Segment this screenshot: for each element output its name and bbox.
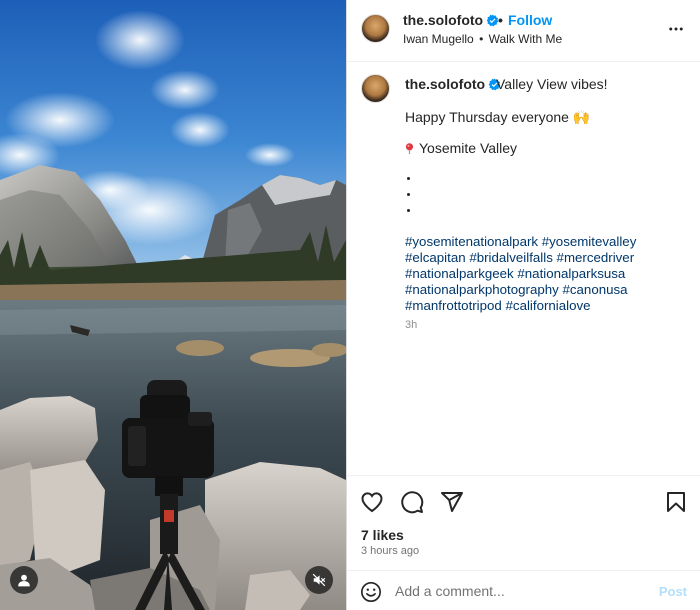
caption-first-line: Valley View vibes! xyxy=(496,76,608,92)
hashtag-line: #nationalparkgeek #nationalparksusa xyxy=(405,266,695,282)
user-icon xyxy=(18,574,30,587)
follow-button[interactable]: Follow xyxy=(508,12,552,28)
more-options-icon[interactable] xyxy=(667,20,685,38)
mute-button[interactable] xyxy=(305,566,333,594)
post-timestamp[interactable]: 3 hours ago xyxy=(361,545,419,557)
heart-icon[interactable] xyxy=(360,490,384,514)
caption-bullet xyxy=(407,193,410,196)
username-text: the.solofoto xyxy=(403,12,484,28)
instagram-post: the.solofoto • Follow Iwan Mugello • Wal… xyxy=(0,0,700,610)
caption-hashtags: #yosemitenationalpark #yosemitevalley #e… xyxy=(405,234,695,314)
hashtag-link[interactable]: #manfrottotripod xyxy=(405,298,502,313)
tagged-users-button[interactable] xyxy=(10,566,38,594)
caption-bullet xyxy=(407,177,410,180)
hashtag-link[interactable]: #mercedriver xyxy=(557,250,635,265)
avatar[interactable] xyxy=(361,14,390,43)
post-comment-button[interactable]: Post xyxy=(659,584,687,599)
comment-icon[interactable] xyxy=(400,490,424,514)
caption-location-text: Yosemite Valley xyxy=(419,140,518,156)
caption-timestamp[interactable]: 3h xyxy=(405,319,417,331)
hashtag-line: #manfrottotripod #californialove xyxy=(405,298,695,314)
comment-input[interactable] xyxy=(395,579,645,603)
hashtag-line: #elcapitan #bridalveilfalls #mercedriver xyxy=(405,250,695,266)
caption-section: the.solofoto Valley View vibes! Happy Th… xyxy=(347,62,700,475)
emoji-icon[interactable] xyxy=(360,581,382,603)
caption-location: Yosemite Valley xyxy=(405,140,517,156)
post-details-panel: the.solofoto • Follow Iwan Mugello • Wal… xyxy=(346,0,700,610)
post-actions: 7 likes 3 hours ago xyxy=(347,475,700,570)
share-icon[interactable] xyxy=(440,490,464,514)
hashtag-link[interactable]: #nationalparkgeek xyxy=(405,266,514,281)
hashtag-link[interactable]: #yosemitenationalpark xyxy=(405,234,538,249)
hashtag-link[interactable]: #nationalparkphotography xyxy=(405,282,559,297)
caption-username: the.solofoto xyxy=(405,76,486,92)
music-artist: Iwan Mugello xyxy=(403,32,474,46)
hashtag-link[interactable]: #elcapitan xyxy=(405,250,466,265)
hashtag-line: #yosemitenationalpark #yosemitevalley xyxy=(405,234,695,250)
post-media[interactable] xyxy=(0,0,346,610)
audio-attribution[interactable]: Iwan Mugello • Walk With Me xyxy=(403,32,562,46)
post-photo xyxy=(0,0,346,610)
music-title: Walk With Me xyxy=(488,32,563,46)
audio-muted-icon xyxy=(312,573,326,587)
post-header: the.solofoto • Follow Iwan Mugello • Wal… xyxy=(347,0,700,62)
caption-greeting: Happy Thursday everyone 🙌 xyxy=(405,109,591,125)
hashtag-line: #nationalparkphotography #canonusa xyxy=(405,282,695,298)
header-separator-dot: • xyxy=(498,12,503,28)
hashtag-link[interactable]: #bridalveilfalls xyxy=(469,250,553,265)
hashtag-link[interactable]: #nationalparksusa xyxy=(517,266,625,281)
hashtag-link[interactable]: #californialove xyxy=(506,298,591,313)
caption-avatar[interactable] xyxy=(361,74,390,103)
location-pin-icon xyxy=(405,143,414,154)
likes-count[interactable]: 7 likes xyxy=(361,527,404,543)
music-separator: • xyxy=(479,32,484,46)
caption-username-link[interactable]: the.solofoto xyxy=(405,76,501,92)
hashtag-link[interactable]: #yosemitevalley xyxy=(542,234,637,249)
caption-bullet xyxy=(407,209,410,212)
comment-bar: Post xyxy=(347,570,700,610)
bookmark-icon[interactable] xyxy=(664,490,688,514)
hashtag-link[interactable]: #canonusa xyxy=(562,282,627,297)
username-link[interactable]: the.solofoto xyxy=(403,12,499,28)
